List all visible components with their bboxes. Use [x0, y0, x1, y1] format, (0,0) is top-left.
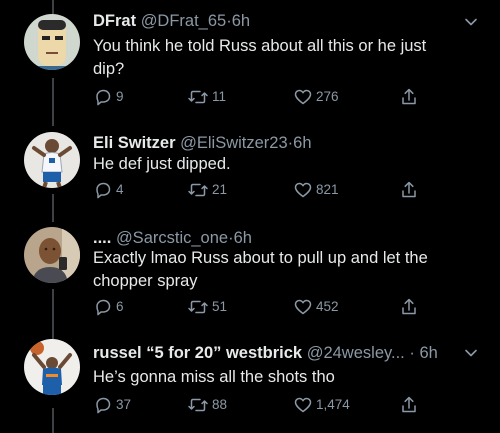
tweet[interactable]: DFrat @DFrat_65·6h You think he told Rus… [0, 0, 500, 122]
tweet[interactable]: russel “5 for 20” westbrick @24wesley...… [0, 337, 500, 433]
reply-icon [96, 397, 111, 414]
reply-icon [96, 299, 111, 316]
reply-count: 6 [116, 299, 124, 314]
chevron-down-icon [465, 349, 477, 357]
tweet-text-line: chopper spray [93, 272, 198, 290]
retweet-count: 21 [212, 182, 228, 197]
like-count: 276 [316, 89, 339, 104]
timestamp[interactable]: 6h [234, 229, 252, 247]
retweet-button[interactable]: 21 [187, 180, 227, 200]
share-button[interactable] [399, 180, 419, 200]
display-name[interactable]: DFrat [93, 12, 136, 30]
tweet-text: Exactly lmao Russ about to pull up and l… [93, 247, 473, 293]
share-icon [402, 298, 416, 315]
avatar[interactable] [24, 227, 80, 283]
tweet-header: russel “5 for 20” westbrick @24wesley...… [93, 343, 438, 363]
tweet-actions: 37 88 1,474 [93, 395, 423, 415]
like-button[interactable]: 452 [293, 297, 339, 317]
tweet-text: You think he told Russ about all this or… [93, 35, 473, 81]
separator: · [409, 344, 415, 362]
like-count: 452 [316, 299, 339, 314]
reply-button[interactable]: 9 [93, 87, 124, 107]
retweet-icon [188, 398, 208, 412]
retweet-count: 88 [212, 397, 228, 412]
retweet-count: 11 [212, 89, 227, 104]
retweet-icon [188, 183, 208, 197]
username[interactable]: @Sarcstic_one [116, 229, 228, 247]
tweet-text-line: Exactly lmao Russ about to pull up and l… [93, 249, 428, 267]
tweet-text-line: dip? [93, 60, 125, 78]
avatar[interactable] [24, 339, 80, 395]
tweet-actions: 9 11 276 [93, 87, 423, 107]
avatar-basketball-player-image [24, 339, 80, 395]
retweet-icon [188, 300, 208, 314]
share-button[interactable] [399, 297, 419, 317]
share-button[interactable] [399, 395, 419, 415]
display-name[interactable]: Eli Switzer [93, 134, 176, 152]
tweet-text: He def just dipped. [93, 153, 473, 176]
reply-count: 9 [116, 89, 124, 104]
retweet-count: 51 [212, 299, 228, 314]
tweet[interactable]: .... @Sarcstic_one·6h Exactly lmao Russ … [0, 222, 500, 337]
avatar-basketball-player-image [24, 132, 80, 188]
username[interactable]: @24wesley... [307, 344, 405, 362]
tweet-header: .... @Sarcstic_one·6h [93, 228, 252, 248]
reply-button[interactable]: 4 [93, 180, 124, 200]
avatar[interactable] [24, 14, 80, 70]
display-name[interactable]: russel “5 for 20” westbrick [93, 344, 302, 362]
share-icon [402, 396, 416, 413]
tweet-header: DFrat @DFrat_65·6h [93, 11, 250, 31]
heart-icon [294, 299, 312, 315]
share-icon [402, 88, 416, 105]
tweet-text: He’s gonna miss all the shots tho [93, 366, 473, 389]
share-icon [402, 181, 416, 198]
like-count: 821 [316, 182, 339, 197]
display-name[interactable]: .... [93, 229, 111, 247]
avatar[interactable] [24, 132, 80, 188]
heart-icon [294, 182, 312, 198]
tweet-text-line: He’s gonna miss all the shots tho [93, 368, 335, 386]
like-button[interactable]: 276 [293, 87, 339, 107]
share-button[interactable] [399, 87, 419, 107]
retweet-button[interactable]: 51 [187, 297, 227, 317]
username[interactable]: @DFrat_65 [141, 12, 227, 30]
reply-count: 37 [116, 397, 132, 412]
avatar-person-photo [24, 227, 80, 283]
reply-icon [96, 182, 111, 199]
like-button[interactable]: 1,474 [293, 395, 350, 415]
reply-icon [96, 89, 111, 106]
heart-icon [294, 89, 312, 105]
timestamp[interactable]: 6h [293, 134, 311, 152]
chevron-down-icon [465, 18, 477, 26]
like-button[interactable]: 821 [293, 180, 339, 200]
username[interactable]: @EliSwitzer23 [180, 134, 288, 152]
timestamp[interactable]: 6h [419, 344, 437, 362]
tweet-header: Eli Switzer @EliSwitzer23·6h [93, 133, 312, 153]
more-button[interactable] [464, 15, 478, 29]
heart-icon [294, 397, 312, 413]
retweet-button[interactable]: 88 [187, 395, 227, 415]
tweet-actions: 6 51 452 [93, 297, 423, 317]
reply-button[interactable]: 6 [93, 297, 124, 317]
tweet[interactable]: Eli Switzer @EliSwitzer23·6h He def just… [0, 122, 500, 222]
tweet-text-line: You think he told Russ about all this or… [93, 37, 427, 55]
avatar-cartoon-image [24, 14, 80, 70]
retweet-button[interactable]: 11 [187, 87, 226, 107]
reply-button[interactable]: 37 [93, 395, 131, 415]
tweet-text-line: He def just dipped. [93, 155, 231, 173]
like-count: 1,474 [316, 397, 350, 412]
retweet-icon [188, 90, 208, 104]
reply-count: 4 [116, 182, 124, 197]
more-button[interactable] [464, 346, 478, 360]
timestamp[interactable]: 6h [232, 12, 250, 30]
tweet-actions: 4 21 821 [93, 180, 423, 200]
